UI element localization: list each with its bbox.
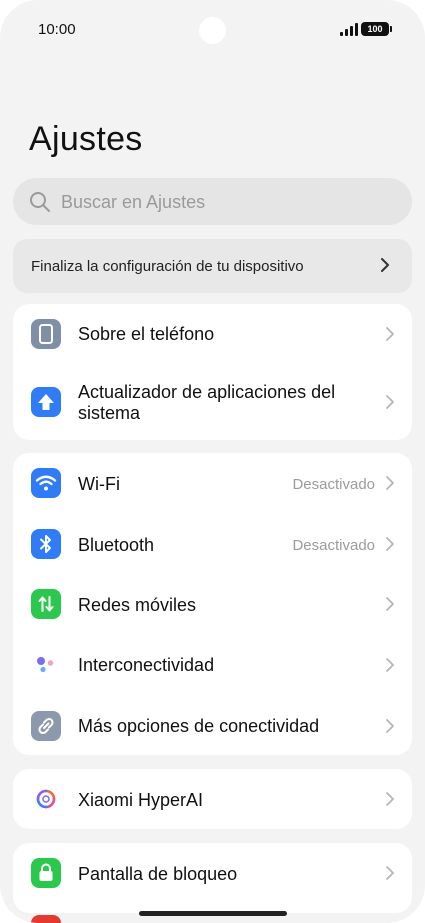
finish-setup-label: Finaliza la configuración de tu disposit… <box>31 258 304 275</box>
battery-icon: 100 <box>361 22 392 36</box>
page-title: Ajustes <box>29 120 143 158</box>
settings-item-about-phone[interactable]: Sobre el teléfono <box>13 304 412 364</box>
status-time: 10:00 <box>38 21 76 38</box>
hyperai-icon <box>31 784 61 814</box>
settings-item-system-app-updater[interactable]: Actualizador de aplicaciones del sistema <box>13 364 412 440</box>
lock-icon <box>31 858 61 888</box>
chevron-right-icon <box>386 327 394 341</box>
search-input[interactable]: Buscar en Ajustes <box>13 178 412 225</box>
settings-item-lock-screen[interactable]: Pantalla de bloqueo <box>13 843 412 903</box>
settings-group-device: Sobre el teléfono Actualizador de aplica… <box>13 304 412 440</box>
chevron-right-icon <box>386 792 394 806</box>
phone-icon <box>31 319 61 349</box>
chevron-right-icon <box>386 719 394 733</box>
bluetooth-status: Desactivado <box>292 537 375 554</box>
settings-item-label: Bluetooth <box>78 535 155 555</box>
wifi-status: Desactivado <box>292 476 375 493</box>
settings-group-ai: Xiaomi HyperAI <box>13 769 412 829</box>
chevron-right-icon <box>386 476 394 490</box>
status-bar: 10:00 100 <box>0 0 425 60</box>
chevron-right-icon <box>381 258 389 272</box>
chevron-right-icon <box>386 658 394 672</box>
settings-item-label: Redes móviles <box>78 595 197 615</box>
search-icon <box>30 192 50 212</box>
settings-item-label: Sobre el teléfono <box>78 324 215 344</box>
search-placeholder: Buscar en Ajustes <box>61 192 206 212</box>
next-item-icon-peek <box>31 915 61 923</box>
mobile-data-icon <box>31 589 61 619</box>
link-icon <box>31 711 61 741</box>
interconnectivity-icon <box>31 650 61 680</box>
settings-item-interconnectivity[interactable]: Interconectividad <box>13 635 412 695</box>
settings-screen: 10:00 100 Ajustes Buscar en Ajustes Fina… <box>0 0 425 923</box>
bluetooth-icon <box>31 529 61 559</box>
settings-item-bluetooth[interactable]: Bluetooth Desactivado <box>13 514 412 574</box>
chevron-right-icon <box>386 866 394 880</box>
settings-item-label: Más opciones de conectividad <box>78 716 320 736</box>
signal-icon <box>340 23 358 36</box>
chevron-right-icon <box>386 395 394 409</box>
settings-item-label: Wi-Fi <box>78 474 120 494</box>
settings-item-label: Actualizador de aplicaciones del sistema <box>78 382 336 423</box>
settings-item-label: Interconectividad <box>78 655 215 675</box>
settings-item-hyperai[interactable]: Xiaomi HyperAI <box>13 769 412 829</box>
settings-item-more-connectivity[interactable]: Más opciones de conectividad <box>13 695 412 755</box>
settings-item-mobile-networks[interactable]: Redes móviles <box>13 574 412 635</box>
settings-group-connectivity: Wi-Fi Desactivado Bluetooth Desactivado <box>13 453 412 755</box>
settings-item-label: Pantalla de bloqueo <box>78 864 238 884</box>
home-indicator[interactable] <box>139 911 287 916</box>
finish-setup-banner[interactable]: Finaliza la configuración de tu disposit… <box>13 239 412 293</box>
settings-item-wifi[interactable]: Wi-Fi Desactivado <box>13 453 412 514</box>
settings-group-display: Pantalla de bloqueo <box>13 843 412 913</box>
chevron-right-icon <box>386 537 394 551</box>
wifi-icon <box>31 468 61 498</box>
chevron-right-icon <box>386 597 394 611</box>
camera-cutout <box>199 17 226 44</box>
update-arrow-icon <box>31 387 61 417</box>
settings-item-label: Xiaomi HyperAI <box>78 790 204 810</box>
